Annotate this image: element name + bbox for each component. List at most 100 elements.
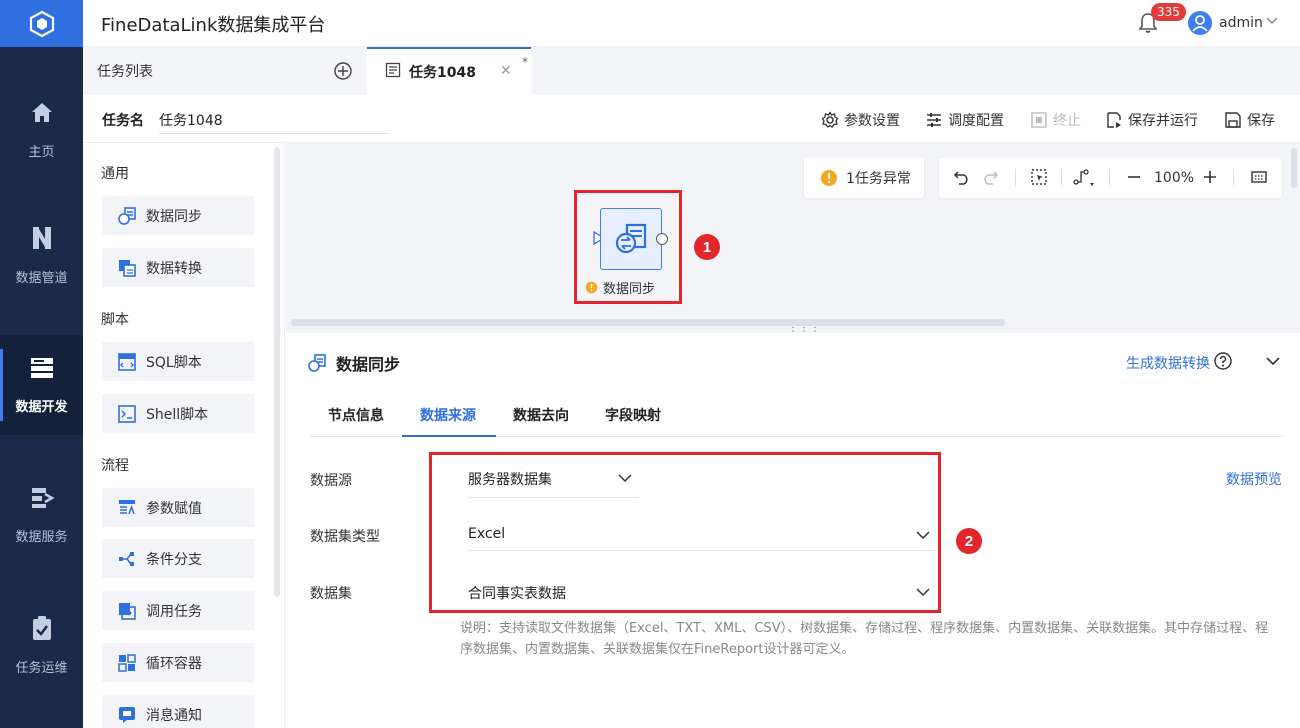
palette-item-condition-branch[interactable]: 条件分支 [102,539,254,578]
save-run-icon [1107,112,1121,128]
sidebar-item-label: 数据开发 [15,399,68,415]
param-assign-icon [118,499,136,517]
palette-section-flow: 流程 [101,458,129,474]
tab-node-info[interactable]: 节点信息 [328,405,384,425]
terminal-icon [118,404,136,423]
palette-scrollbar[interactable] [274,147,280,597]
develop-icon [29,356,55,384]
tab-bar: 任务列表 任务1048 ✕ * [83,47,1300,95]
redo-icon[interactable] [981,168,999,186]
node-output-port[interactable] [656,233,668,245]
warning-icon [821,170,837,186]
palette-item-data-sync[interactable]: 数据同步 [102,196,254,235]
chevron-down-icon[interactable] [1265,13,1279,31]
palette-item-call-task[interactable]: 调用任务 [102,591,254,630]
sidebar-item-service[interactable]: 数据服务 [0,465,83,565]
zoom-out-icon[interactable] [1126,168,1142,186]
palette-item-label: 调用任务 [146,603,202,620]
notification-badge: 335 [1151,3,1186,21]
unsaved-mark: * [522,55,528,69]
palette-item-message-notify[interactable]: 消息通知 [102,695,254,728]
home-icon [30,101,54,129]
task-name-field[interactable]: 任务1048 [159,110,389,134]
tab-label: 任务列表 [97,64,153,80]
save-icon [1225,112,1241,128]
node-label: 数据同步 [585,278,655,297]
service-icon [29,486,55,514]
avatar[interactable] [1188,11,1212,35]
generate-transform-link[interactable]: 生成数据转换 [1126,353,1210,373]
help-icon[interactable] [1214,352,1232,374]
stop-button[interactable]: 终止 [1030,110,1081,130]
tab-task-list[interactable]: 任务列表 [83,47,367,95]
palette-item-shell-script[interactable]: Shell脚本 [102,394,254,433]
schedule-config-button[interactable]: 调度配置 [925,110,1004,130]
data-preview-link[interactable]: 数据预览 [1226,469,1282,489]
minimap-icon[interactable] [1250,168,1268,186]
palette-section-general: 通用 [101,166,129,182]
close-icon[interactable]: ✕ [500,63,512,79]
active-tab-indicator [402,435,496,437]
palette-item-loop-container[interactable]: 循环容器 [102,643,254,682]
palette-item-label: 循环容器 [146,655,202,672]
zoom-in-icon[interactable] [1202,168,1218,186]
palette-item-label: 条件分支 [146,551,202,568]
palette-section-script: 脚本 [101,312,129,328]
palette-item-sql-script[interactable]: SQL脚本 [102,342,254,381]
connector-style-icon[interactable] [1073,168,1095,186]
help-note: 说明：支持读取文件数据集（Excel、TXT、XML、CSV）、树数据集、存储过… [460,621,1269,657]
canvas-horizontal-scrollbar[interactable] [291,319,1005,326]
dataset-label: 数据集 [310,586,352,602]
task-name-label: 任务名 [102,113,144,129]
ops-icon [31,615,53,645]
sidebar-item-label: 数据管道 [15,270,68,286]
sidebar-item-home[interactable]: 主页 [0,80,83,180]
dataset-type-label: 数据集类型 [310,529,380,545]
palette-item-data-transform[interactable]: 数据转换 [102,248,254,287]
sql-icon [118,352,136,371]
side-navigation: 主页 数据管道 数据开发 数据服务 任务运维 [0,0,83,728]
zoom-level: 100% [1154,170,1195,186]
sidebar-item-ops[interactable]: 任务运维 [0,595,83,695]
document-icon [385,62,401,82]
tab-data-target[interactable]: 数据去向 [513,405,569,425]
tab-field-mapping[interactable]: 字段映射 [605,405,661,425]
gear-icon [821,111,839,128]
panel-title-text: 数据同步 [336,355,401,374]
task-warning-button[interactable]: 1任务异常 [804,158,924,198]
data-sync-icon [615,223,647,254]
button-label: 调度配置 [948,113,1004,129]
flow-canvas[interactable]: 1任务异常 100% 数据同步 1 ⋮⋮⋮ [286,143,1300,337]
app-logo[interactable] [0,0,83,47]
chevron-down-icon[interactable] [1265,353,1281,373]
canvas-controls: 100% [939,158,1282,198]
tab-data-source[interactable]: 数据来源 [420,405,476,425]
tab-task-1048[interactable]: 任务1048 ✕ * [367,47,531,95]
select-area-icon[interactable] [1030,168,1048,186]
loop-icon [118,653,136,672]
palette-item-param-assign[interactable]: 参数赋值 [102,488,254,527]
canvas-vertical-scrollbar[interactable] [1291,148,1297,188]
pipeline-icon [30,225,54,255]
sidebar-item-label: 主页 [28,144,55,160]
call-task-icon [118,602,136,620]
save-and-run-button[interactable]: 保存并运行 [1105,110,1198,130]
param-settings-button[interactable]: 参数设置 [821,110,900,130]
stop-icon [1031,112,1047,128]
sidebar-item-pipeline[interactable]: 数据管道 [0,205,83,305]
undo-icon[interactable] [953,168,971,186]
highlight-box-2 [429,452,941,613]
sidebar-item-develop[interactable]: 数据开发 [0,335,83,435]
palette-item-label: 参数赋值 [146,500,202,517]
save-button[interactable]: 保存 [1224,110,1275,130]
data-sync-node[interactable] [600,208,662,270]
tab-label: 任务1048 [409,65,476,81]
callout-marker-2: 2 [956,528,982,554]
panel-tabs: 节点信息 数据来源 数据去向 字段映射 [310,391,1283,437]
task-toolbar: 任务名 任务1048 参数设置 调度配置 终止 保存并运行 保存 [83,95,1300,143]
warning-icon [585,281,598,294]
username[interactable]: admin [1219,15,1263,31]
warning-text: 1任务异常 [846,171,911,187]
button-label: 终止 [1053,113,1081,129]
add-icon[interactable] [333,61,353,85]
